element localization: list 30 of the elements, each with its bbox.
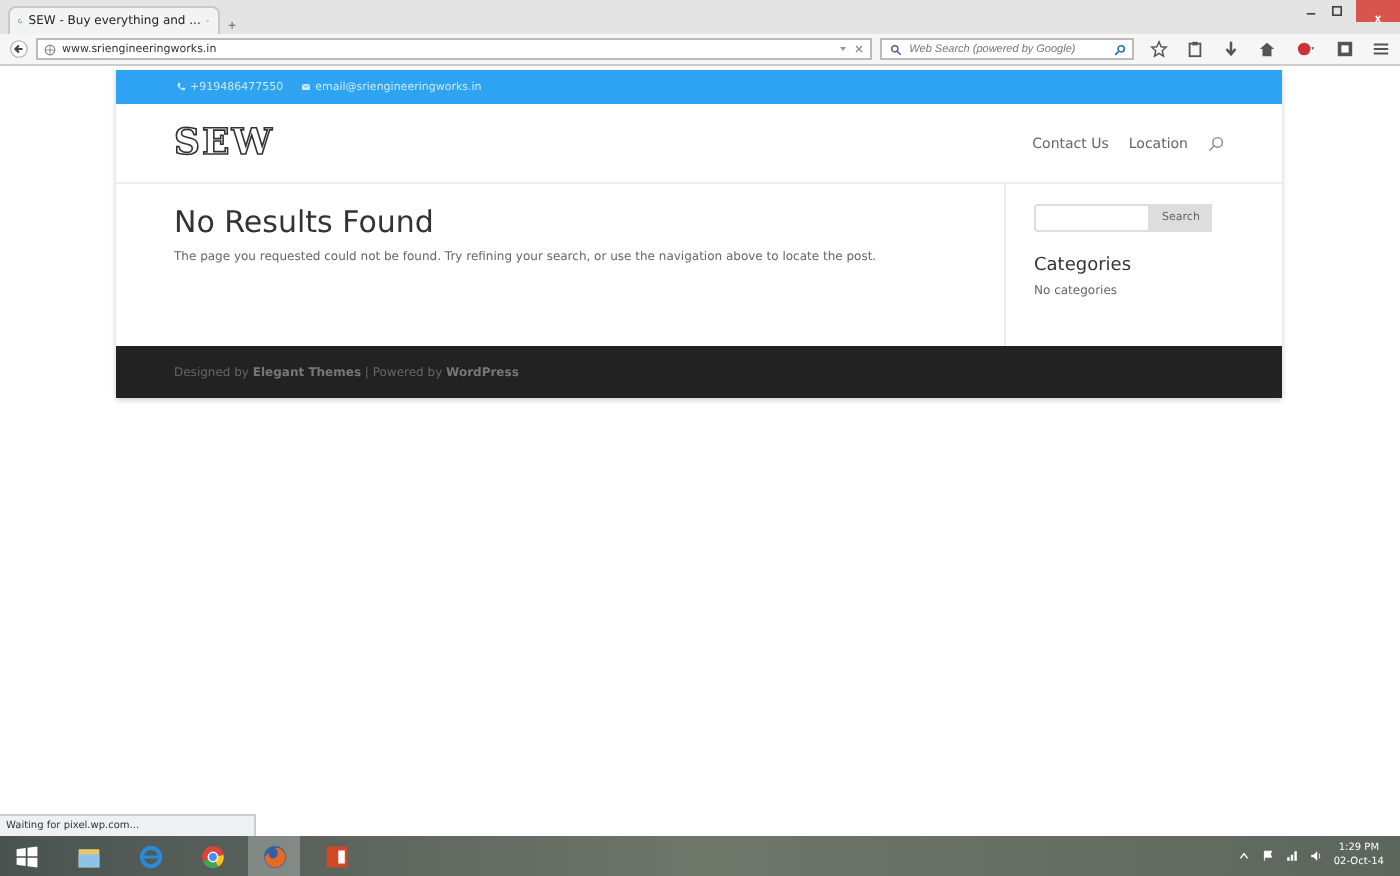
flag-icon[interactable]: [1261, 850, 1274, 862]
menu-icon[interactable]: [1372, 40, 1390, 58]
restore-icon[interactable]: [1330, 4, 1344, 18]
ring-ball-icon[interactable]: [199, 843, 225, 869]
search-engine-icon[interactable]: [887, 43, 904, 55]
chevron-up-icon[interactable]: [1237, 850, 1250, 862]
back-icon[interactable]: [10, 40, 28, 58]
star-icon[interactable]: [1150, 40, 1168, 58]
page-heading: No Results Found: [174, 204, 436, 240]
folder-icon[interactable]: [75, 843, 101, 869]
dropdown-icon[interactable]: [837, 44, 848, 54]
speaker-icon[interactable]: [1309, 850, 1322, 862]
globe-icon: [43, 43, 56, 55]
network-icon[interactable]: [1285, 850, 1298, 862]
windows-logo-icon[interactable]: [13, 843, 39, 869]
slides-app-icon[interactable]: [323, 843, 349, 869]
clipboard-icon[interactable]: [1186, 40, 1204, 58]
search-field[interactable]: [1034, 204, 1150, 232]
search-icon[interactable]: [1208, 135, 1224, 151]
extension-icon[interactable]: [1336, 40, 1354, 58]
round-badge-icon[interactable]: [1294, 40, 1318, 58]
phone-icon: [176, 82, 186, 92]
home-icon[interactable]: [1258, 40, 1276, 58]
reload-icon[interactable]: [853, 44, 864, 54]
search-icon[interactable]: [1114, 43, 1126, 55]
envelope-icon: [299, 82, 312, 92]
loading-spinner-icon: [18, 14, 23, 28]
widget-title: Categories: [1034, 256, 1134, 276]
download-icon[interactable]: [1222, 40, 1240, 58]
site-logo[interactable]: SEW: [174, 122, 274, 164]
